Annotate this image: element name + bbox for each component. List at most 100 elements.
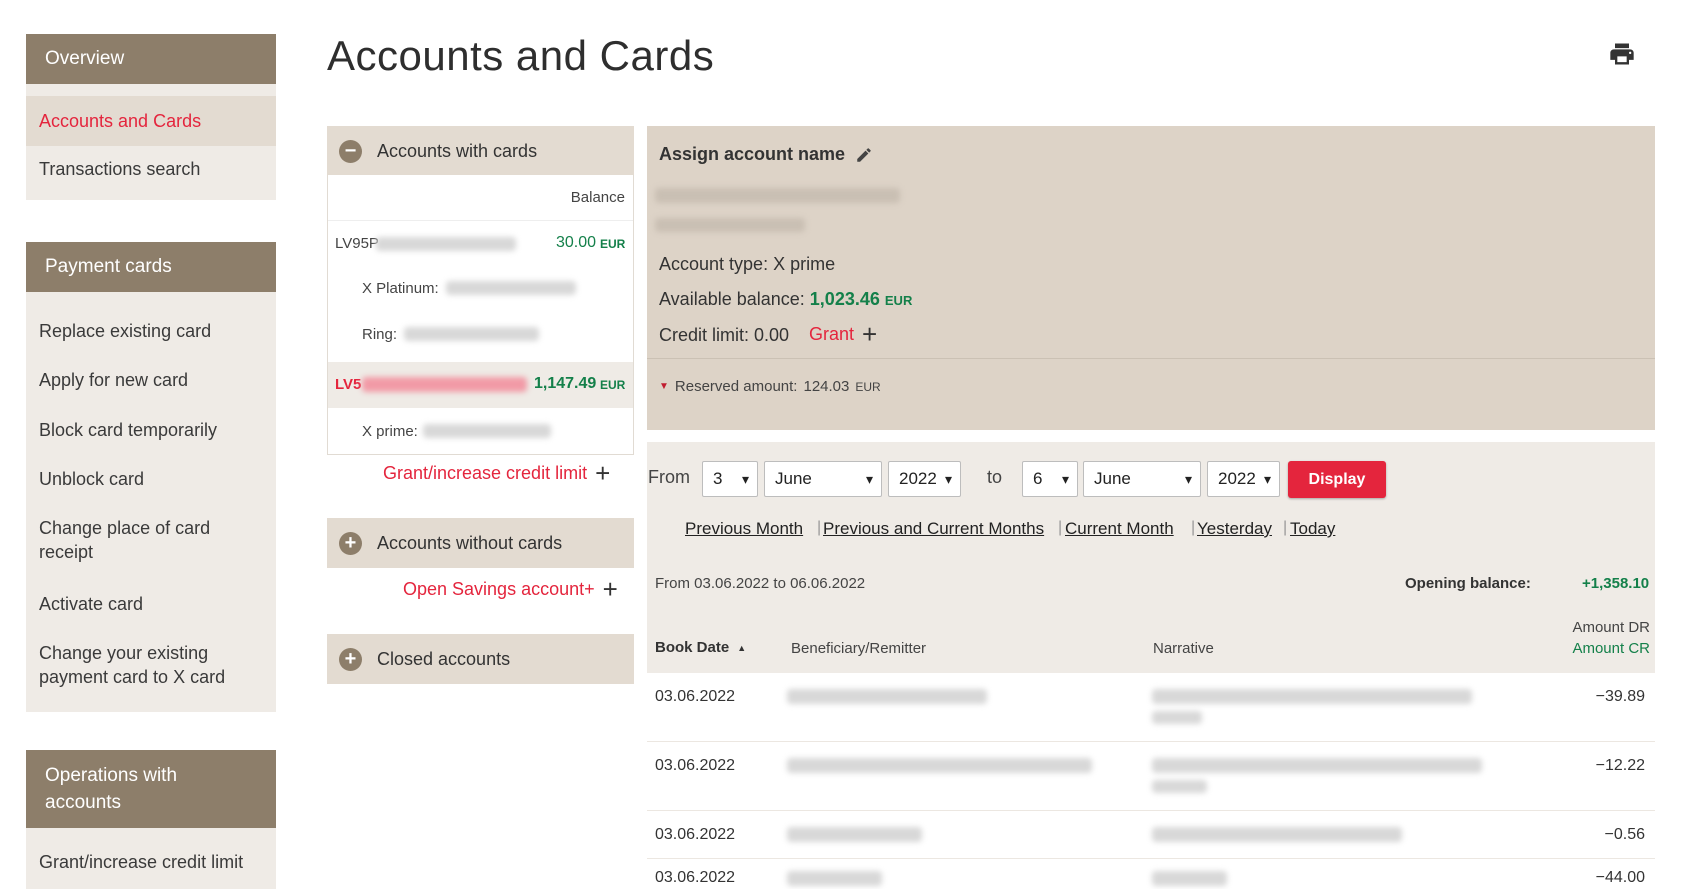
sidebar-item-apply-card[interactable]: Apply for new card	[39, 368, 188, 392]
account-currency: EUR	[600, 237, 626, 251]
from-day-value: 3	[713, 469, 723, 488]
open-savings-link[interactable]: Open Savings account+ +	[403, 574, 618, 605]
sidebar-item-block-card[interactable]: Block card temporarily	[39, 418, 217, 442]
redacted-iban	[362, 377, 527, 392]
account-row[interactable]: LV95P 30.00 EUR	[328, 221, 633, 265]
available-balance-label: Available balance:	[659, 289, 805, 309]
pencil-icon	[857, 147, 871, 162]
quick-link-previous-month[interactable]: Previous Month	[685, 519, 803, 539]
grant-credit-button[interactable]: Grant +	[809, 319, 877, 350]
grant-credit-label: Grant/increase credit limit	[383, 463, 588, 483]
table-row[interactable]: 03.06.2022 −12.22	[647, 742, 1655, 811]
chevron-down-icon: ▾	[1061, 471, 1069, 487]
sidebar-group-operations: Grant/increase credit limit	[26, 828, 276, 889]
to-day-value: 6	[1033, 469, 1043, 488]
redacted-narrative	[1152, 711, 1202, 724]
sidebar-item-change-to-x-card[interactable]: Change your existing payment card to X c…	[39, 641, 249, 689]
column-header-beneficiary: Beneficiary/Remitter	[791, 640, 927, 657]
balance-header: Balance	[570, 189, 625, 206]
quick-link-current-month[interactable]: Current Month	[1065, 519, 1174, 539]
sidebar-item-grant-credit[interactable]: Grant/increase credit limit	[39, 850, 243, 874]
to-year-select[interactable]: 2022 ▾	[1207, 461, 1280, 497]
redacted-beneficiary	[787, 827, 922, 842]
sidebar-heading-label: Overview	[45, 48, 125, 69]
print-icon[interactable]	[1608, 40, 1636, 68]
grant-credit-link[interactable]: Grant/increase credit limit +	[383, 458, 610, 489]
card-label: X Platinum:	[362, 280, 439, 297]
sidebar-heading-overview[interactable]: Overview	[26, 34, 276, 84]
to-year-value: 2022	[1218, 469, 1256, 488]
redacted-narrative	[1152, 689, 1472, 704]
table-row[interactable]: 03.06.2022 −39.89	[647, 673, 1655, 742]
sidebar-heading-label: Operations with accounts	[45, 765, 178, 813]
quick-link-today[interactable]: Today	[1290, 519, 1335, 539]
sort-ascending-icon: ▲	[737, 642, 747, 653]
card-label: Ring:	[362, 326, 398, 343]
card-row[interactable]: X prime:	[328, 409, 633, 453]
sidebar-item-change-receipt[interactable]: Change place of card receipt	[39, 516, 249, 564]
from-month-select[interactable]: June ▾	[764, 461, 882, 497]
from-year-select[interactable]: 2022 ▾	[888, 461, 961, 497]
sidebar-group-payment-cards: Replace existing card Apply for new card…	[26, 292, 276, 712]
sidebar-heading-label: Payment cards	[45, 256, 172, 277]
open-savings-label: Open Savings account+	[403, 579, 595, 599]
section-title: Accounts with cards	[377, 140, 538, 161]
row-amount: −39.89	[1595, 688, 1645, 705]
sidebar-heading-operations[interactable]: Operations with accounts	[26, 750, 276, 828]
account-balance: 1,147.49	[534, 375, 597, 392]
reserved-currency: EUR	[855, 379, 881, 394]
to-day-select[interactable]: 6 ▾	[1022, 461, 1078, 497]
from-day-select[interactable]: 3 ▾	[702, 461, 758, 497]
redacted-account-holder	[655, 218, 805, 232]
opening-balance-label: Opening balance:	[1405, 575, 1531, 592]
section-accounts-without-cards[interactable]: + Accounts without cards	[327, 518, 634, 568]
section-accounts-with-cards[interactable]: − Accounts with cards	[327, 126, 634, 176]
row-date: 03.06.2022	[655, 869, 736, 886]
reserved-label: Reserved amount:	[674, 378, 798, 395]
card-label: X prime:	[362, 423, 418, 440]
account-row-selected[interactable]: LV5 1,147.49 EUR	[328, 362, 633, 408]
column-header-narrative: Narrative	[1153, 640, 1214, 657]
to-month-select[interactable]: June ▾	[1083, 461, 1201, 497]
available-balance: Available balance: 1,023.46 EUR	[659, 289, 912, 310]
opening-balance-value: +1,358.10	[1582, 575, 1650, 592]
sidebar-item-transactions-search[interactable]: Transactions search	[39, 157, 200, 181]
chevron-down-icon: ▾	[865, 471, 873, 487]
redacted-beneficiary	[787, 871, 882, 886]
chevron-down-icon: ▾	[944, 471, 952, 487]
column-header-book-date[interactable]: Book Date ▲	[655, 639, 746, 656]
section-title: Closed accounts	[377, 648, 511, 669]
sidebar-item-replace-card[interactable]: Replace existing card	[39, 319, 211, 343]
caret-down-icon: ▼	[659, 381, 669, 392]
collapse-icon: −	[339, 140, 362, 163]
redacted-beneficiary	[787, 689, 987, 704]
sidebar-item-unblock-card[interactable]: Unblock card	[39, 467, 144, 491]
card-row[interactable]: Ring:	[328, 313, 633, 357]
section-closed-accounts[interactable]: + Closed accounts	[327, 634, 634, 684]
book-date-label: Book Date	[655, 639, 730, 656]
quick-link-yesterday[interactable]: Yesterday	[1197, 519, 1272, 539]
sidebar-heading-payment-cards[interactable]: Payment cards	[26, 242, 276, 292]
table-row[interactable]: 03.06.2022 −0.56	[647, 811, 1655, 859]
separator: |	[1058, 519, 1063, 536]
column-header-amount-dr: Amount DR	[1572, 619, 1650, 636]
chevron-down-icon: ▾	[741, 471, 749, 487]
reserved-amount-toggle[interactable]: ▼ Reserved amount: 124.03 EUR	[659, 378, 881, 395]
account-currency: EUR	[600, 378, 626, 392]
card-row[interactable]: X Platinum:	[328, 267, 633, 312]
accounts-list: Balance LV95P 30.00 EUR X Platinum: Ring…	[327, 175, 634, 455]
credit-limit: Credit limit: 0.00	[659, 325, 790, 345]
assign-account-name[interactable]: Assign account name	[659, 144, 873, 165]
row-amount: −44.00	[1595, 869, 1645, 886]
display-button[interactable]: Display	[1288, 461, 1386, 498]
sidebar-item-accounts-and-cards[interactable]: Accounts and Cards	[26, 96, 276, 146]
redacted-iban	[376, 237, 516, 251]
to-label: to	[987, 467, 1003, 487]
date-filter-panel	[647, 442, 1655, 562]
sidebar-item-activate-card[interactable]: Activate card	[39, 592, 143, 616]
period-text: From 03.06.2022 to 06.06.2022	[655, 575, 866, 592]
row-date: 03.06.2022	[655, 688, 736, 705]
table-row[interactable]: 03.06.2022 −44.00	[647, 859, 1655, 889]
quick-link-prev-and-current[interactable]: Previous and Current Months	[823, 519, 1044, 539]
available-balance-value: 1,023.46	[809, 289, 880, 309]
